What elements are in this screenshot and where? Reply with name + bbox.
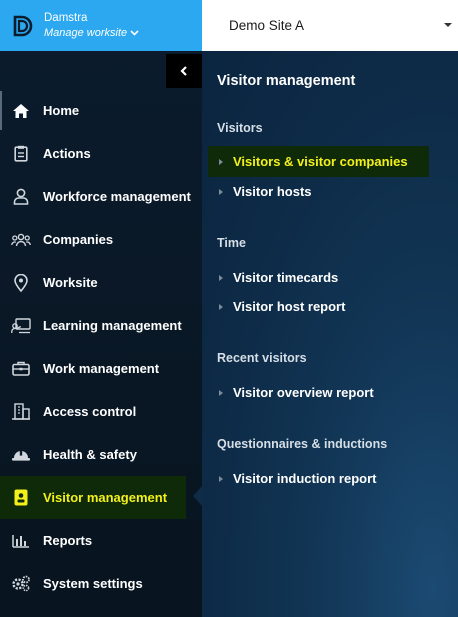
caret-right-icon (219, 188, 223, 195)
submenu-item-label: Visitor overview report (233, 385, 374, 400)
user-icon (11, 187, 31, 207)
sidebar-item-label: Companies (43, 232, 114, 247)
caret-right-icon (219, 303, 223, 310)
submenu-item-visitor-host-report[interactable]: Visitor host report (208, 291, 429, 322)
submenu-item-label: Visitor host report (233, 299, 346, 314)
manage-worksite-menu[interactable]: Manage worksite (44, 25, 139, 41)
submenu-item-label: Visitor hosts (233, 184, 312, 199)
sidebar-item-actions[interactable]: Actions (0, 132, 202, 175)
site-select[interactable]: Demo Site A (217, 8, 458, 43)
brand-header[interactable]: Damstra Manage worksite (0, 0, 202, 51)
brand-name: Damstra (44, 11, 88, 24)
map-pin-icon (11, 273, 31, 293)
sidebar-item-label: Access control (43, 404, 137, 419)
submenu-item-visitor-hosts[interactable]: Visitor hosts (208, 176, 429, 207)
submenu-item-label: Visitor timecards (233, 270, 339, 285)
sidebar-item-reports[interactable]: Reports (0, 519, 202, 562)
sidebar-item-label: Worksite (43, 275, 98, 290)
sidebar-item-label: Actions (43, 146, 91, 161)
home-icon (11, 101, 31, 121)
caret-right-icon (219, 274, 223, 281)
site-select-value: Demo Site A (229, 18, 305, 33)
bar-chart-icon (11, 531, 31, 551)
caret-right-icon (219, 389, 223, 396)
building-icon (11, 402, 31, 422)
submenu-item-label: Visitor induction report (233, 471, 377, 486)
chevron-down-icon (130, 29, 139, 36)
submenu-item-label: Visitors & visitor companies (233, 154, 408, 169)
damstra-logo-icon (11, 14, 35, 38)
sidebar-item-label: Work management (43, 361, 160, 376)
submenu-item-visitor-induction-report[interactable]: Visitor induction report (208, 463, 429, 494)
clipboard-icon (11, 144, 31, 164)
sidebar-item-health-safety[interactable]: Health & safety (0, 433, 202, 476)
learning-icon (11, 316, 31, 336)
section-title-visitors: Visitors (217, 121, 263, 135)
sidebar-item-worksite[interactable]: Worksite (0, 261, 202, 304)
gears-icon (11, 574, 31, 594)
sidebar-item-label: Workforce management (43, 189, 191, 204)
sidebar-item-label: Health & safety (43, 447, 137, 462)
sidebar-item-work-management[interactable]: Work management (0, 347, 202, 390)
brand-text: Damstra Manage worksite (44, 11, 139, 41)
sidebar-item-visitor-management[interactable]: Visitor management (0, 476, 186, 519)
chevron-left-icon (180, 66, 187, 76)
submenu-item-visitor-overview-report[interactable]: Visitor overview report (208, 377, 429, 408)
sidebar-item-label: Home (43, 103, 80, 118)
sidebar-item-workforce-management[interactable]: Workforce management (0, 175, 202, 218)
sidebar-item-access-control[interactable]: Access control (0, 390, 202, 433)
section-title-questionnaires-inductions: Questionnaires & inductions (217, 437, 388, 451)
sidebar-item-label: Visitor management (43, 490, 168, 505)
sidebar-item-learning-management[interactable]: Learning management (0, 304, 202, 347)
sidebar: Damstra Manage worksite Home Actions Wor… (0, 0, 202, 617)
sidebar-item-label: System settings (43, 576, 143, 591)
sidebar-item-label: Learning management (43, 318, 182, 333)
group-icon (11, 230, 31, 250)
section-title-recent-visitors: Recent visitors (217, 351, 307, 365)
caret-down-icon (444, 23, 452, 27)
sidebar-item-home[interactable]: Home (0, 89, 202, 132)
submenu-item-visitors-companies[interactable]: Visitors & visitor companies (208, 146, 429, 177)
briefcase-icon (11, 359, 31, 379)
brand-subtitle: Manage worksite (44, 26, 128, 39)
collapse-sidebar-button[interactable] (166, 54, 202, 88)
active-pointer (193, 486, 202, 506)
panel-title: Visitor management (217, 73, 356, 89)
submenu-item-visitor-timecards[interactable]: Visitor timecards (208, 262, 429, 293)
hard-hat-icon (11, 445, 31, 465)
submenu-panel: Visitor management Visitors Visitors & v… (202, 51, 458, 617)
caret-right-icon (219, 475, 223, 482)
caret-right-icon (219, 158, 223, 165)
section-title-time: Time (217, 236, 246, 250)
sidebar-item-system-settings[interactable]: System settings (0, 562, 202, 605)
visitor-badge-icon (11, 488, 31, 508)
sidebar-item-label: Reports (43, 533, 93, 548)
sidebar-item-companies[interactable]: Companies (0, 218, 202, 261)
sidebar-nav: Home Actions Workforce management Compan… (0, 89, 202, 605)
